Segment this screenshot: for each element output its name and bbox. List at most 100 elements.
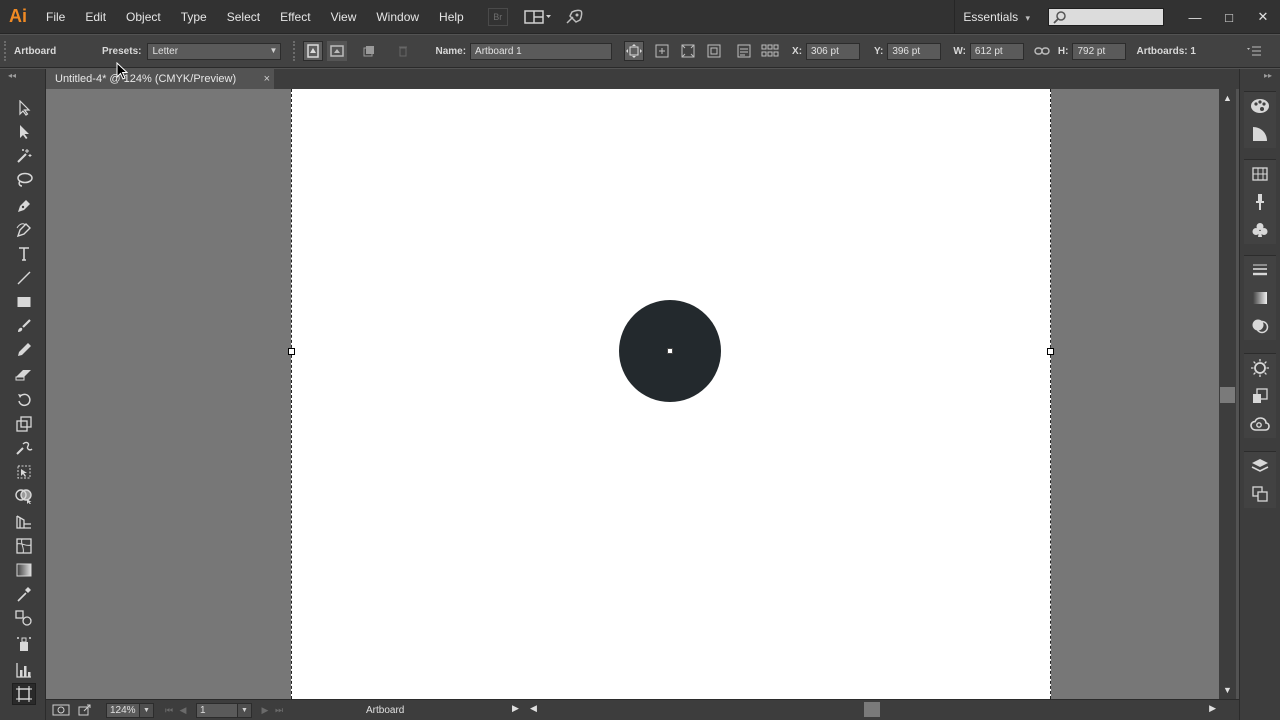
document-tab[interactable]: Untitled-4* @ 124% (CMYK/Preview) × — [46, 69, 274, 89]
menu-edit[interactable]: Edit — [75, 0, 116, 34]
layers-panel-button[interactable] — [1244, 452, 1276, 480]
export-button[interactable] — [78, 704, 100, 716]
color-panel-button[interactable] — [1244, 92, 1276, 120]
magic-wand-tool[interactable] — [12, 145, 36, 167]
close-tab-button[interactable]: × — [264, 69, 270, 89]
gradient-tool[interactable] — [12, 559, 36, 581]
search-input[interactable] — [1048, 8, 1164, 26]
artboard-resize-handle-left[interactable] — [288, 348, 295, 355]
rearrange-artboards-button[interactable] — [760, 41, 780, 61]
y-field[interactable]: 396 pt — [887, 42, 942, 60]
scroll-left-arrow[interactable]: ◀ — [530, 703, 537, 714]
column-graph-tool[interactable] — [12, 659, 36, 681]
shape-builder-tool[interactable] — [12, 485, 36, 507]
workspace-switcher[interactable]: Essentials ▾ — [954, 0, 1038, 34]
mesh-tool[interactable] — [12, 535, 36, 557]
graphic-styles-panel-button[interactable] — [1244, 382, 1276, 410]
perspective-grid-tool[interactable] — [12, 511, 36, 533]
eraser-tool[interactable] — [12, 363, 36, 385]
direct-selection-tool[interactable] — [12, 121, 36, 143]
appearance-panel-button[interactable] — [1244, 354, 1276, 382]
color-guide-panel-button[interactable] — [1244, 120, 1276, 148]
arrange-documents-button[interactable] — [523, 9, 552, 25]
menu-file[interactable]: File — [36, 0, 75, 34]
warp-tool[interactable] — [12, 437, 36, 459]
control-bar-grip[interactable] — [4, 41, 10, 61]
artboard-resize-handle-right[interactable] — [1047, 348, 1054, 355]
expand-panels-icon[interactable]: ▸▸ — [1264, 71, 1272, 80]
free-transform-tool[interactable] — [12, 461, 36, 483]
previous-artboard-button[interactable]: ◀ — [176, 705, 190, 716]
menu-type[interactable]: Type — [171, 0, 217, 34]
landscape-button[interactable] — [327, 41, 348, 61]
menu-effect[interactable]: Effect — [270, 0, 320, 34]
scale-tool[interactable] — [12, 413, 36, 435]
show-center-mark-button[interactable] — [652, 41, 672, 61]
artboard[interactable] — [288, 89, 1054, 699]
control-panel-menu-button[interactable] — [1244, 41, 1264, 61]
lasso-tool[interactable] — [12, 169, 36, 191]
symbols-panel-button[interactable] — [1244, 216, 1276, 244]
bridge-button[interactable]: Br — [487, 7, 508, 26]
constrain-proportions-button[interactable] — [1032, 41, 1052, 61]
zoom-level-field[interactable]: 124% — [106, 702, 140, 718]
close-window-button[interactable]: ✕ — [1246, 0, 1280, 34]
symbol-sprayer-tool[interactable] — [12, 633, 36, 655]
artboards-panel-button[interactable] — [1244, 480, 1276, 508]
pencil-tool[interactable] — [12, 339, 36, 361]
collapse-panel-icon[interactable]: ◂◂ — [8, 71, 16, 80]
type-tool[interactable] — [12, 243, 36, 265]
horizontal-scrollbar[interactable]: ◀ ▶ — [528, 700, 1218, 720]
portrait-button[interactable] — [303, 41, 324, 61]
h-field[interactable]: 792 pt — [1072, 42, 1127, 60]
scroll-down-arrow[interactable]: ▼ — [1223, 685, 1232, 695]
x-field[interactable]: 306 pt — [806, 42, 861, 60]
cc-libraries-panel-button[interactable] — [1244, 410, 1276, 438]
minimize-button[interactable]: — — [1178, 0, 1212, 34]
scroll-up-arrow[interactable]: ▲ — [1223, 93, 1232, 103]
blend-tool[interactable] — [12, 607, 36, 629]
artboard-number-field[interactable]: 1 — [196, 702, 238, 718]
delete-artboard-button[interactable] — [393, 41, 413, 61]
new-artboard-button[interactable] — [359, 41, 379, 61]
gpu-preview-button[interactable] — [52, 704, 74, 716]
rotate-tool[interactable] — [12, 389, 36, 411]
menu-select[interactable]: Select — [217, 0, 270, 34]
show-safe-areas-button[interactable] — [704, 41, 724, 61]
menu-view[interactable]: View — [321, 0, 367, 34]
zoom-select[interactable]: 124% ▼ — [106, 702, 154, 718]
curvature-tool[interactable] — [12, 219, 36, 241]
artboard-options-button[interactable] — [734, 41, 754, 61]
artboard-name-field[interactable]: Artboard 1 — [470, 42, 613, 60]
line-segment-tool[interactable] — [12, 267, 36, 289]
presets-select[interactable]: Letter ▼ — [147, 42, 282, 60]
scroll-right-arrow[interactable]: ▶ — [1209, 703, 1216, 714]
first-artboard-button[interactable]: ⏮ — [162, 705, 176, 716]
menu-object[interactable]: Object — [116, 0, 171, 34]
canvas-area[interactable] — [46, 89, 1219, 699]
vertical-scrollbar[interactable]: ▲ ▼ — [1219, 89, 1236, 699]
stroke-panel-button[interactable] — [1244, 256, 1276, 284]
rectangle-tool[interactable] — [12, 291, 36, 313]
next-artboard-button[interactable]: ▶ — [258, 705, 272, 716]
swatches-panel-button[interactable] — [1244, 160, 1276, 188]
gpu-performance-button[interactable] — [564, 8, 584, 26]
move-copy-artwork-button[interactable] — [624, 41, 645, 61]
last-artboard-button[interactable]: ⏭ — [272, 705, 286, 716]
maximize-button[interactable]: □ — [1212, 0, 1246, 34]
w-field[interactable]: 612 pt — [969, 42, 1024, 60]
eyedropper-tool[interactable] — [12, 583, 36, 605]
selection-tool[interactable] — [12, 97, 36, 119]
horizontal-scroll-thumb[interactable] — [864, 702, 880, 717]
vertical-scroll-thumb[interactable] — [1220, 387, 1235, 403]
artboard-tool[interactable] — [12, 683, 36, 705]
show-cross-hairs-button[interactable] — [678, 41, 698, 61]
menu-help[interactable]: Help — [429, 0, 474, 34]
gradient-panel-button[interactable] — [1244, 284, 1276, 312]
status-menu-button[interactable]: ▶ — [512, 703, 519, 714]
menu-window[interactable]: Window — [366, 0, 429, 34]
transparency-panel-button[interactable] — [1244, 312, 1276, 340]
artboard-number-select[interactable]: 1 ▼ — [196, 702, 252, 718]
pen-tool[interactable] — [12, 195, 36, 217]
circle-shape[interactable] — [619, 300, 721, 402]
